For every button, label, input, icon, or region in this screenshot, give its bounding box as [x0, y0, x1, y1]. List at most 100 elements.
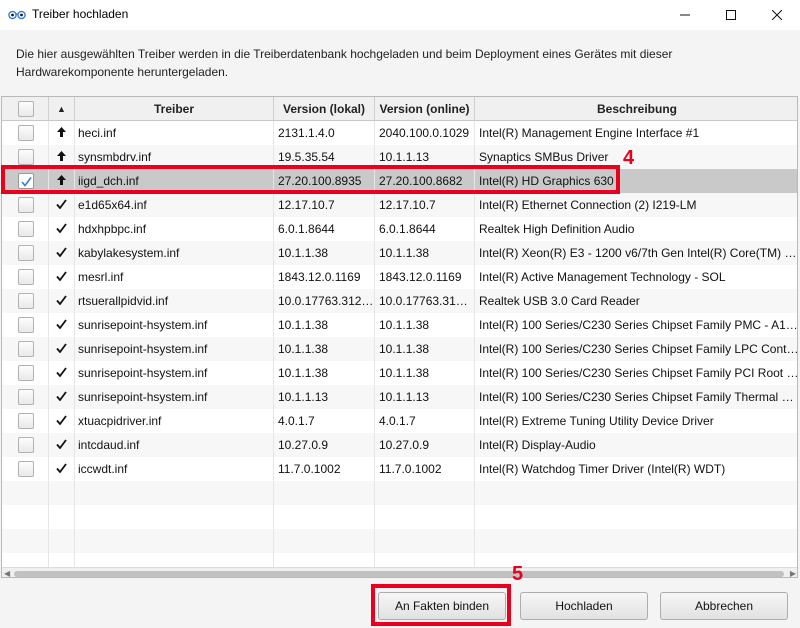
row-checkbox[interactable] — [18, 149, 34, 165]
row-version-online: 10.1.1.38 — [375, 361, 475, 385]
row-driver: iigd_dch.inf — [75, 169, 274, 193]
checkmark-icon — [56, 342, 67, 356]
row-checkbox[interactable] — [18, 293, 34, 309]
arrow-up-icon — [57, 174, 66, 188]
table-row[interactable]: sunrisepoint-hsystem.inf 10.1.1.38 10.1.1.… — [2, 361, 797, 385]
row-checkbox[interactable] — [18, 317, 34, 333]
table-row[interactable]: kabylakesystem.inf 10.1.1.38 10.1.1.38 Inte… — [2, 241, 797, 265]
row-driver: synsmbdrv.inf — [75, 145, 274, 169]
row-checkbox-cell — [2, 361, 49, 385]
scroll-left-icon[interactable]: ◀ — [4, 569, 10, 577]
row-status-cell — [49, 481, 75, 505]
header-sort-status[interactable]: ▲ — [49, 97, 75, 121]
row-driver — [75, 481, 274, 505]
checkmark-icon — [56, 438, 67, 452]
header-description[interactable]: Beschreibung — [475, 97, 797, 121]
row-version-online: 10.1.1.13 — [375, 385, 475, 409]
row-driver: rtsuerallpidvid.inf — [75, 289, 274, 313]
row-description: Intel(R) Watchdog Timer Driver (Intel(R)… — [479, 462, 726, 476]
row-checkbox-cell — [2, 337, 49, 361]
row-checkbox[interactable] — [18, 437, 34, 453]
row-checkbox[interactable] — [18, 341, 34, 357]
select-all-checkbox[interactable] — [18, 101, 34, 117]
row-checkbox[interactable] — [18, 245, 34, 261]
header-select-all[interactable] — [2, 97, 49, 121]
table-row[interactable]: rtsuerallpidvid.inf 10.0.17763.31247 10.0.… — [2, 289, 797, 313]
table-row[interactable]: sunrisepoint-hsystem.inf 10.1.1.13 10.1.1.… — [2, 385, 797, 409]
row-version-online — [375, 481, 475, 505]
table-row[interactable]: sunrisepoint-hsystem.inf 10.1.1.38 10.1.1.… — [2, 337, 798, 361]
checkmark-icon — [56, 366, 67, 380]
row-checkbox-cell — [2, 313, 49, 337]
table-row[interactable]: xtuacpidriver.inf 4.0.1.7 4.0.1.7 Intel(R) … — [2, 409, 797, 433]
scroll-right-icon[interactable]: ▶ — [790, 569, 796, 577]
table-row[interactable]: iccwdt.inf 11.7.0.1002 11.7.0.1002 Intel(R)… — [2, 457, 797, 481]
row-driver — [75, 505, 274, 529]
row-description: Intel(R) Display-Audio — [479, 438, 596, 452]
row-driver: hdxhpbpc.inf — [75, 217, 274, 241]
row-driver: sunrisepoint-hsystem.inf — [75, 337, 274, 361]
scrollbar-thumb[interactable] — [14, 571, 784, 577]
row-version-online: 2040.100.0.1029 — [375, 121, 475, 145]
maximize-button[interactable] — [708, 0, 754, 30]
row-checkbox-cell — [2, 529, 49, 553]
checkmark-icon — [56, 318, 67, 332]
upload-button[interactable]: Hochladen — [520, 592, 648, 620]
row-description: Synaptics SMBus Driver — [479, 150, 609, 164]
row-checkbox[interactable] — [18, 221, 34, 237]
row-status-cell — [49, 265, 75, 289]
row-description: Intel(R) 100 Series/C230 Series Chipset … — [479, 318, 798, 332]
horizontal-scrollbar[interactable]: ◀ ▶ — [2, 567, 797, 577]
table-row[interactable]: mesrl.inf 1843.12.0.1169 1843.12.0.1169 Int… — [2, 265, 797, 289]
row-checkbox[interactable] — [18, 269, 34, 285]
row-checkbox[interactable] — [18, 365, 34, 381]
close-icon — [772, 10, 782, 20]
row-checkbox[interactable] — [18, 413, 34, 429]
checkmark-icon — [56, 198, 67, 212]
row-checkbox-cell — [2, 505, 49, 529]
row-status-cell — [49, 385, 75, 409]
checkmark-icon — [56, 222, 67, 236]
table-row[interactable]: intcdaud.inf 10.27.0.9 10.27.0.9 Intel(R) D… — [2, 433, 797, 457]
row-version-local: 6.0.1.8644 — [274, 217, 375, 241]
cancel-button[interactable]: Abbrechen — [660, 592, 788, 620]
header-driver[interactable]: Treiber — [75, 97, 274, 121]
close-button[interactable] — [754, 0, 800, 30]
row-driver: xtuacpidriver.inf — [75, 409, 274, 433]
table-row[interactable]: iigd_dch.inf 27.20.100.8935 27.20.100.8682… — [2, 169, 797, 193]
row-driver: mesrl.inf — [75, 265, 274, 289]
row-version-local — [274, 481, 375, 505]
minimize-button[interactable] — [662, 0, 708, 30]
row-version-online — [375, 505, 475, 529]
row-version-local: 10.1.1.38 — [274, 337, 375, 361]
row-description: Intel(R) 100 Series/C230 Series Chipset … — [479, 342, 798, 356]
table-row[interactable]: heci.inf 2131.1.4.0 2040.100.0.1029 Intel(R… — [2, 121, 797, 145]
row-checkbox[interactable] — [18, 389, 34, 405]
header-version-online[interactable]: Version (online) — [375, 97, 475, 121]
row-checkbox[interactable] — [18, 125, 34, 141]
table-row[interactable]: sunrisepoint-hsystem.inf 10.1.1.38 10.1.1.… — [2, 313, 798, 337]
bind-facts-button[interactable]: An Fakten binden — [378, 592, 506, 620]
row-driver: sunrisepoint-hsystem.inf — [75, 385, 274, 409]
driver-table: ▲ Treiber Version (lokal) Version (onlin… — [1, 96, 798, 578]
row-status-cell — [49, 433, 75, 457]
row-version-online: 11.7.0.1002 — [375, 457, 475, 481]
row-status-cell — [49, 361, 75, 385]
row-version-local: 10.0.17763.31247 — [274, 289, 375, 313]
row-checkbox[interactable] — [18, 461, 34, 477]
row-status-cell — [49, 313, 75, 337]
row-status-cell — [49, 145, 75, 169]
table-row[interactable]: e1d65x64.inf 12.17.10.7 12.17.10.7 Intel(R)… — [2, 193, 797, 217]
row-status-cell — [49, 217, 75, 241]
row-checkbox[interactable] — [18, 173, 34, 189]
row-checkbox-cell — [2, 193, 49, 217]
row-version-local: 10.1.1.38 — [274, 361, 375, 385]
header-version-local[interactable]: Version (lokal) — [274, 97, 375, 121]
table-row[interactable]: hdxhpbpc.inf 6.0.1.8644 6.0.1.8644 Realtek … — [2, 217, 797, 241]
row-driver: kabylakesystem.inf — [75, 241, 274, 265]
row-checkbox[interactable] — [18, 197, 34, 213]
row-checkbox-cell — [2, 121, 49, 145]
table-row[interactable]: synsmbdrv.inf 19.5.35.54 10.1.1.13 Synaptic… — [2, 145, 797, 169]
checkmark-icon — [56, 462, 67, 476]
row-checkbox-cell — [2, 145, 49, 169]
